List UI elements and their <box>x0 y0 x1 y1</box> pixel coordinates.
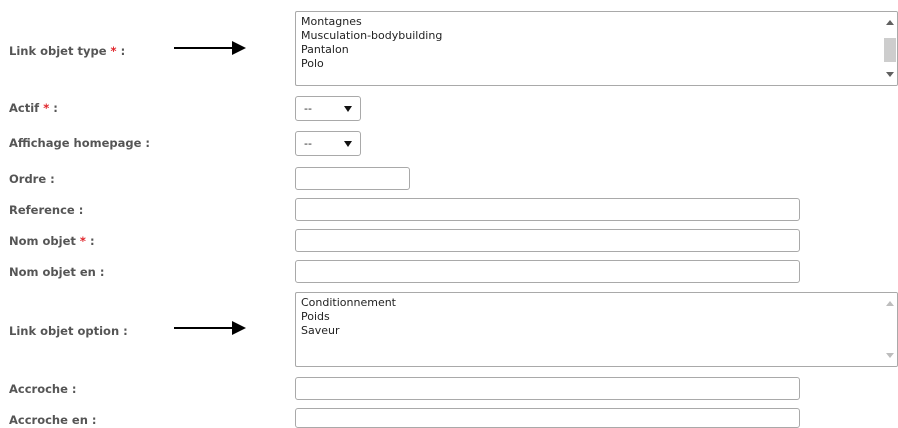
listbox-option[interactable]: Polo <box>301 57 442 71</box>
label-colon: : <box>53 101 58 115</box>
scroll-up-icon[interactable] <box>886 20 894 25</box>
arrow-head <box>232 41 246 55</box>
arrow-head <box>232 321 246 335</box>
label-colon: : <box>89 234 95 248</box>
required-mark: * <box>43 101 50 115</box>
listbox-option[interactable]: Musculation-bodybuilding <box>301 29 442 43</box>
affichage-homepage-label: Affichage homepage : <box>9 136 150 150</box>
arrow-shaft <box>174 47 234 49</box>
affichage-homepage-select[interactable]: -- <box>295 131 361 156</box>
listbox-option[interactable]: Montagnes <box>301 15 442 29</box>
ordre-label: Ordre : <box>9 172 55 186</box>
arrow-shaft <box>174 327 234 329</box>
ordre-input[interactable] <box>295 167 410 190</box>
link-objet-type-label-text: Link objet type <box>9 44 107 58</box>
ordre-label-text: Ordre : <box>9 172 55 186</box>
link-objet-option-options: Conditionnement Poids Saveur <box>301 296 396 338</box>
accroche-en-label-text: Accroche en : <box>9 413 97 427</box>
link-objet-type-options: Montagnes Musculation-bodybuilding Panta… <box>301 15 442 71</box>
nom-objet-label-text: Nom objet <box>9 234 76 248</box>
link-objet-type-listbox[interactable]: Montagnes Musculation-bodybuilding Panta… <box>295 11 898 86</box>
accroche-label-text: Accroche : <box>9 382 77 396</box>
arrow-right-icon <box>174 321 246 335</box>
accroche-label: Accroche : <box>9 382 77 396</box>
nom-objet-en-input[interactable] <box>295 260 800 283</box>
listbox-option[interactable]: Conditionnement <box>301 296 396 310</box>
accroche-input[interactable] <box>295 377 800 400</box>
actif-label-text: Actif <box>9 101 40 115</box>
nom-objet-label: Nom objet * : <box>9 234 95 248</box>
caret-down-icon <box>344 106 352 112</box>
required-mark: * <box>110 44 117 58</box>
link-objet-option-label-text: Link objet option : <box>9 324 128 338</box>
actif-label: Actif * : <box>9 101 58 115</box>
label-colon: : <box>120 44 126 58</box>
reference-label-text: Reference : <box>9 203 84 217</box>
reference-input[interactable] <box>295 198 800 221</box>
nom-objet-input[interactable] <box>295 229 800 252</box>
link-objet-option-label: Link objet option : <box>9 324 128 338</box>
link-objet-option-listbox[interactable]: Conditionnement Poids Saveur <box>295 292 898 367</box>
affichage-homepage-select-value: -- <box>304 137 312 150</box>
scroll-up-icon[interactable] <box>886 301 894 306</box>
link-objet-type-label: Link objet type * : <box>9 44 125 58</box>
caret-down-icon <box>344 141 352 147</box>
scroll-down-icon[interactable] <box>886 353 894 358</box>
actif-select[interactable]: -- <box>295 96 361 121</box>
required-mark: * <box>79 234 86 248</box>
scroll-down-icon[interactable] <box>886 72 894 77</box>
nom-objet-en-label: Nom objet en : <box>9 265 104 279</box>
listbox-scrollbar[interactable] <box>883 12 897 85</box>
scroll-thumb[interactable] <box>884 38 896 62</box>
listbox-option[interactable]: Poids <box>301 310 396 324</box>
listbox-option[interactable]: Pantalon <box>301 43 442 57</box>
affichage-homepage-label-text: Affichage homepage : <box>9 136 151 150</box>
actif-select-value: -- <box>304 102 312 115</box>
listbox-option[interactable]: Saveur <box>301 324 396 338</box>
listbox-scrollbar[interactable] <box>883 293 897 366</box>
nom-objet-en-label-text: Nom objet en : <box>9 265 105 279</box>
reference-label: Reference : <box>9 203 83 217</box>
accroche-en-input[interactable] <box>295 408 800 428</box>
arrow-right-icon <box>174 41 246 55</box>
accroche-en-label: Accroche en : <box>9 413 97 427</box>
